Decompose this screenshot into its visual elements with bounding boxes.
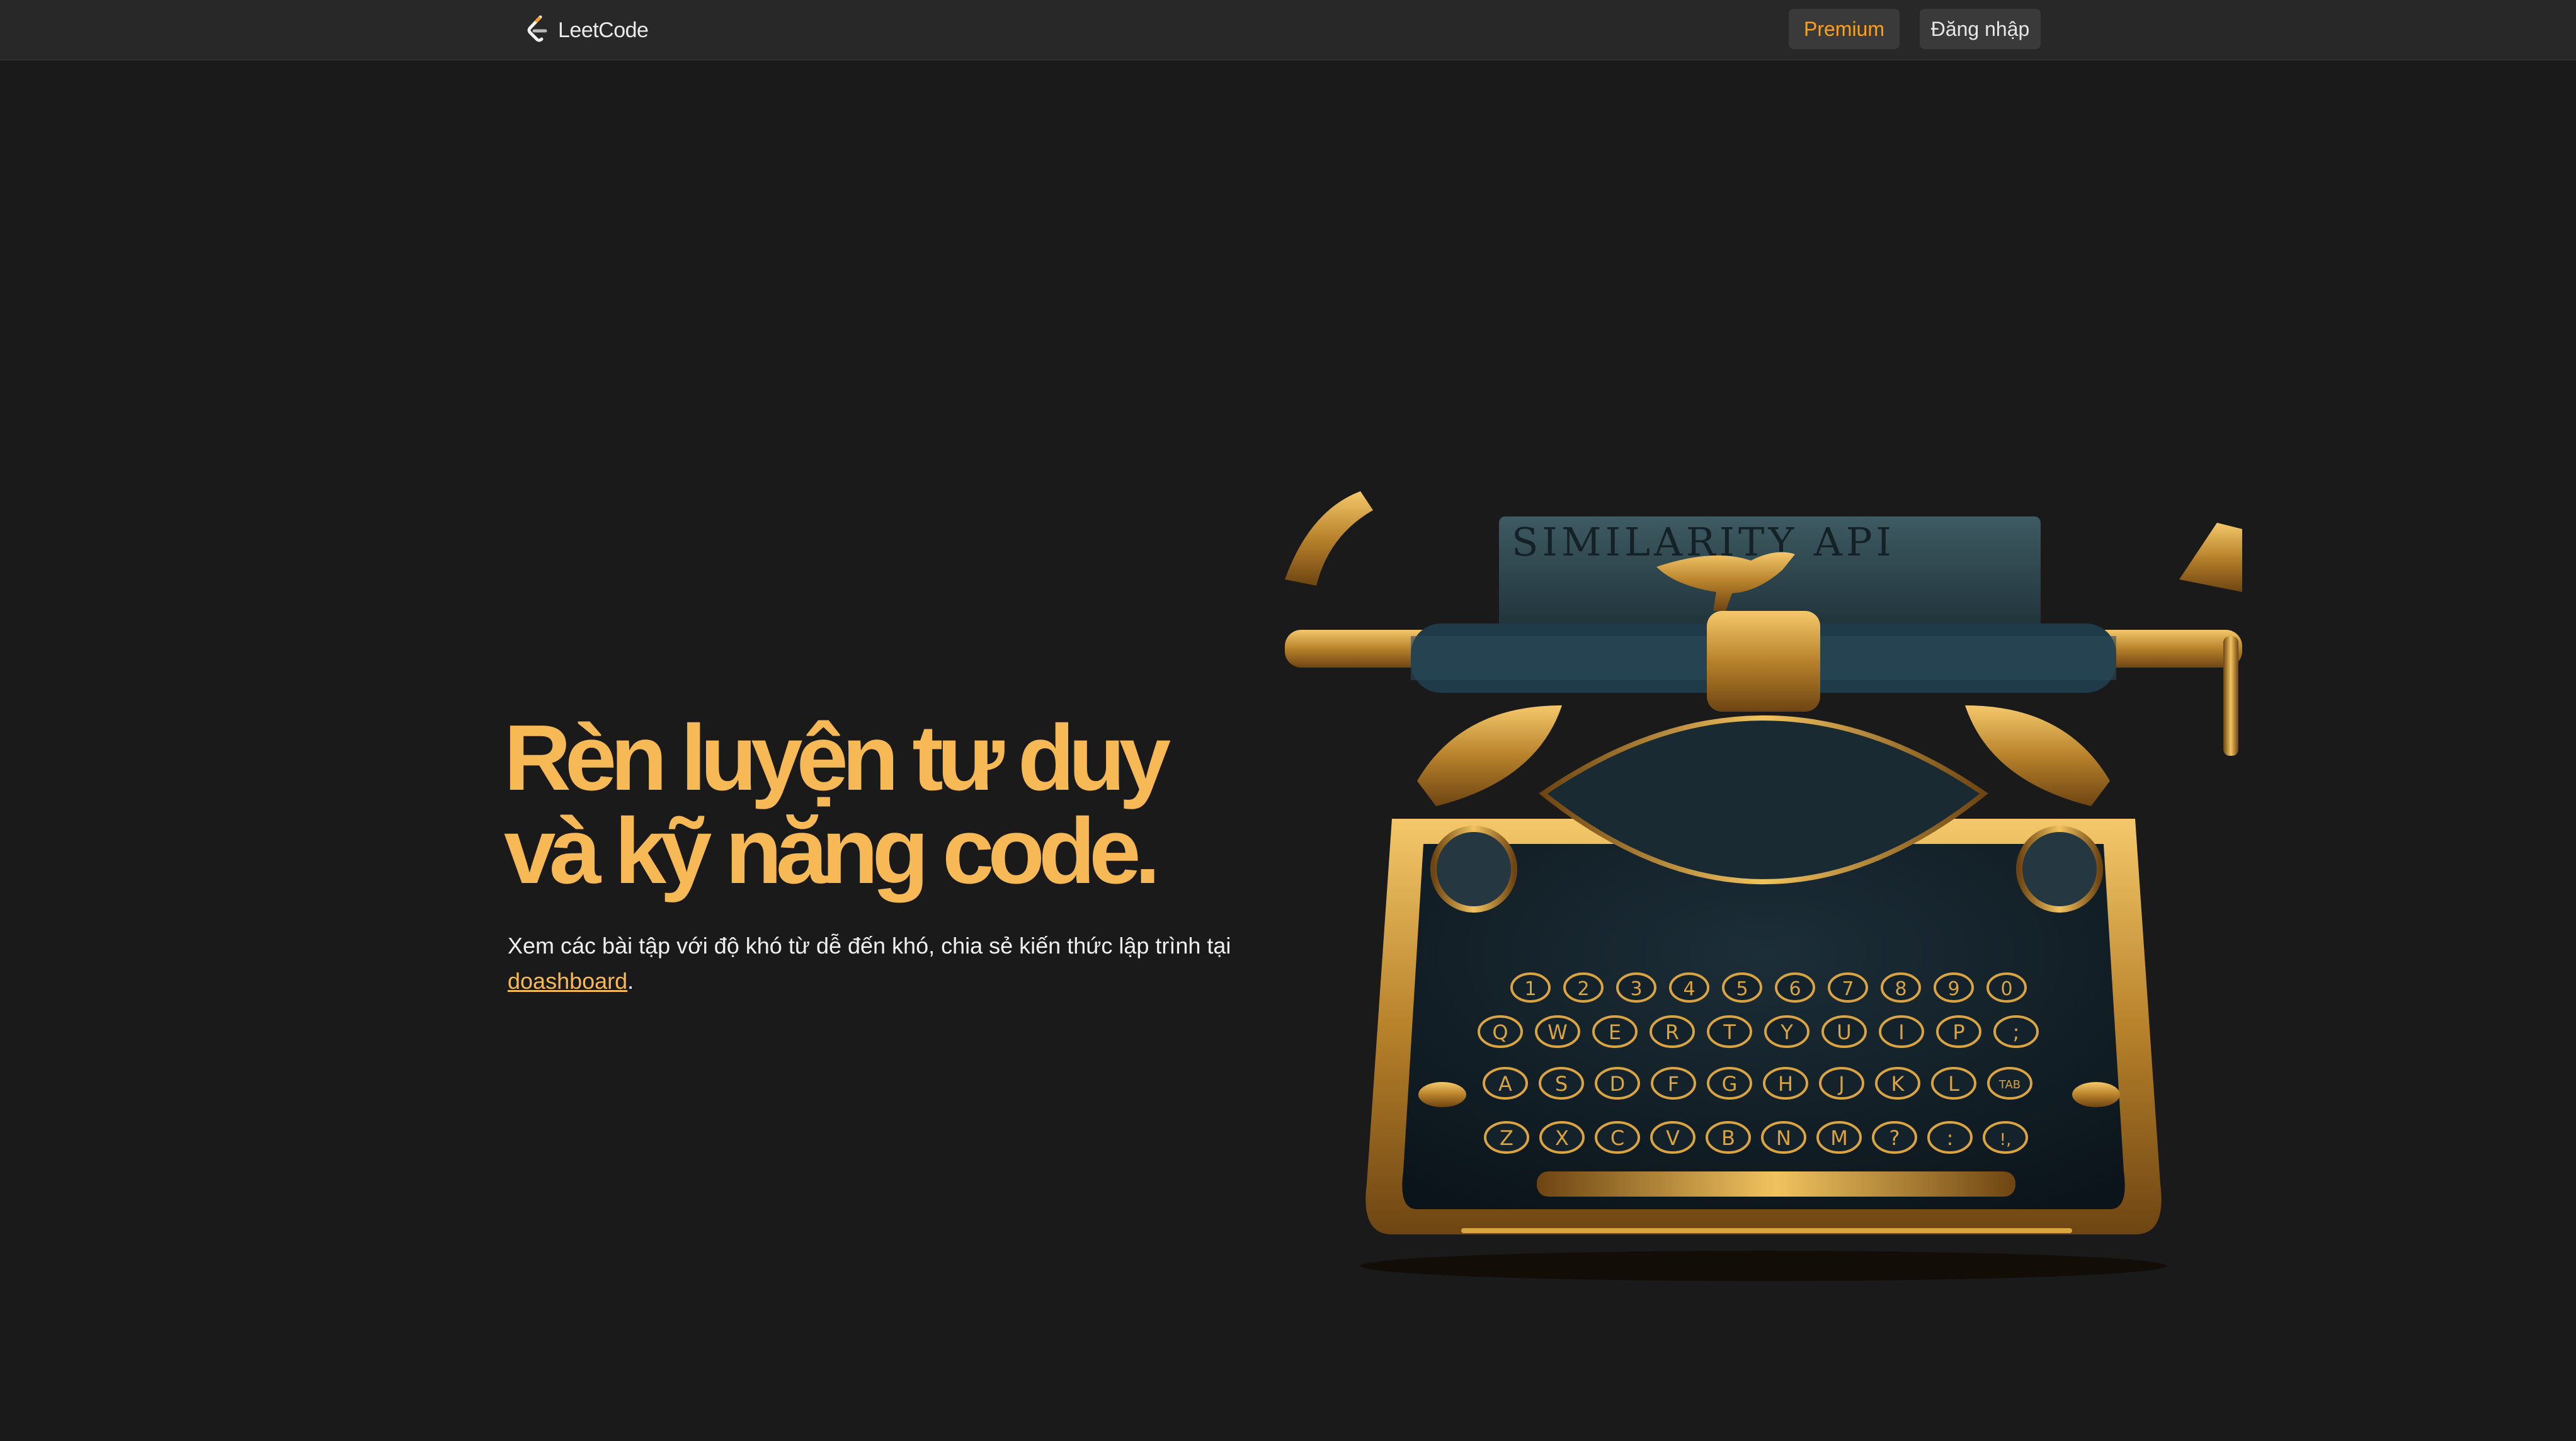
key-label: H xyxy=(1778,1072,1793,1096)
dashboard-link[interactable]: doashboard xyxy=(508,968,627,994)
key-label: Y xyxy=(1780,1020,1793,1044)
key-label: C xyxy=(1610,1126,1624,1150)
left-decoration xyxy=(1285,491,1373,586)
key-label: 6 xyxy=(1789,978,1801,1000)
center-clamp xyxy=(1707,611,1820,712)
key-label: !, xyxy=(2000,1131,2012,1149)
premium-button[interactable]: Premium xyxy=(1789,9,1900,49)
shadow xyxy=(1360,1251,2167,1281)
key-label: TAB xyxy=(1998,1078,2020,1091)
key-label: E xyxy=(1609,1020,1621,1044)
key-label: W xyxy=(1547,1020,1568,1044)
right-lever xyxy=(2223,636,2238,756)
key-label: S xyxy=(1555,1072,1568,1096)
key-label: N xyxy=(1776,1126,1791,1150)
hero-description: Xem các bài tập với độ khó từ dễ đến khó… xyxy=(508,928,1263,999)
hero-description-end: . xyxy=(627,968,634,994)
typewriter-illustration: SIMILARITY API 1 2 3 4 5 6 7 8 9 0 Q W E… xyxy=(1285,491,2242,1281)
key-label: : xyxy=(1947,1126,1954,1150)
logo-text: LeetCode xyxy=(558,18,649,42)
left-margin-knob xyxy=(1418,1082,1466,1107)
key-label: 2 xyxy=(1577,978,1589,1000)
top-navbar: LeetCode Premium Đăng nhập xyxy=(0,0,2576,60)
key-label: K xyxy=(1891,1072,1905,1096)
key-label: L xyxy=(1948,1072,1959,1096)
key-label: I xyxy=(1898,1020,1904,1044)
right-gauge xyxy=(2016,826,2103,913)
key-label: Q xyxy=(1492,1020,1508,1044)
hero-title-line-1: Rèn luyện tư duy xyxy=(504,706,1171,810)
key-label: 3 xyxy=(1630,978,1642,1000)
key-label: 4 xyxy=(1683,978,1695,1000)
key-label: B xyxy=(1721,1126,1735,1150)
key-label: J xyxy=(1837,1072,1844,1096)
logo-link[interactable]: LeetCode xyxy=(524,13,649,48)
hero-title: Rèn luyện tư duy và kỹ năng code. xyxy=(504,712,1323,898)
left-gauge xyxy=(1430,826,1517,913)
right-decoration xyxy=(2179,523,2242,592)
key-label: U xyxy=(1837,1020,1851,1044)
right-margin-knob xyxy=(2072,1082,2120,1107)
right-filigree xyxy=(1965,705,2110,806)
leetcode-logo-icon xyxy=(527,15,547,42)
key-label: M xyxy=(1830,1126,1848,1150)
key-label: T xyxy=(1723,1020,1736,1044)
key-label: ? xyxy=(1889,1126,1900,1150)
key-label: F xyxy=(1668,1072,1679,1096)
login-button[interactable]: Đăng nhập xyxy=(1920,9,2041,49)
space-bar xyxy=(1537,1171,2015,1197)
key-label: 9 xyxy=(1947,978,1959,1000)
key-label: 0 xyxy=(2000,978,2012,1000)
key-label: A xyxy=(1498,1072,1512,1096)
bottom-trim xyxy=(1461,1228,2072,1233)
key-label: R xyxy=(1665,1020,1679,1044)
key-label: X xyxy=(1555,1126,1569,1150)
left-filigree xyxy=(1417,705,1562,806)
key-label: ; xyxy=(2013,1020,2020,1044)
key-label: P xyxy=(1952,1020,1964,1044)
key-label: D xyxy=(1610,1072,1626,1096)
hero-description-text: Xem các bài tập với độ khó từ dễ đến khó… xyxy=(508,933,1231,959)
key-label: G xyxy=(1722,1072,1738,1096)
key-label: 5 xyxy=(1736,978,1748,1000)
key-label: V xyxy=(1666,1126,1680,1150)
key-label: 8 xyxy=(1895,978,1906,1000)
key-label: 1 xyxy=(1524,978,1536,1000)
hero-title-line-2: và kỹ năng code. xyxy=(504,799,1161,903)
key-label: 7 xyxy=(1842,978,1854,1000)
key-label: Z xyxy=(1500,1126,1513,1150)
